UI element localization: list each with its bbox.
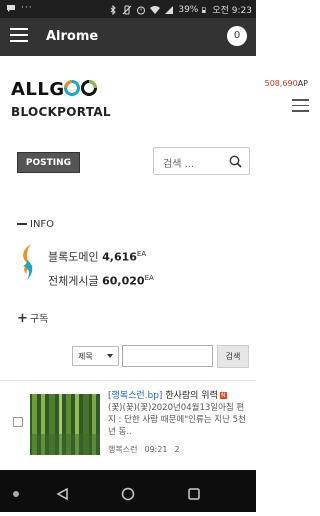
- signal-icon: [165, 5, 174, 14]
- select-value: 제목: [78, 352, 93, 361]
- post-checkbox[interactable]: [13, 417, 23, 427]
- divider: [0, 380, 256, 381]
- post-tag[interactable]: [행복스런.bp]: [108, 391, 162, 401]
- notification-badge[interactable]: 0: [227, 26, 247, 46]
- app-title: Alrome: [46, 29, 99, 44]
- recents-icon[interactable]: [188, 488, 200, 500]
- dots-icon: ···: [21, 3, 33, 13]
- points-unit: AP: [297, 79, 308, 88]
- app-bar: Alrome 0: [0, 18, 256, 56]
- search-field-select[interactable]: 제목: [72, 346, 119, 366]
- board-search-button[interactable]: 검색: [217, 345, 249, 368]
- post-title[interactable]: [행복스런.bp] 한사람의 위력 N: [108, 388, 227, 401]
- blockportal-brand-icon: [23, 244, 33, 280]
- posts-stat: 전체게시글 60,020EA: [48, 273, 154, 288]
- svg-text:ALLG: ALLG: [11, 79, 65, 98]
- info-stats: 블록도메인 4,616EA 전체게시글 60,020EA: [48, 244, 154, 291]
- collapse-icon: [17, 223, 27, 225]
- bluetooth-icon: [110, 4, 117, 15]
- status-bar: ··· 39% 오전 9:23: [0, 0, 256, 18]
- new-badge: N: [219, 392, 227, 399]
- domain-stat: 블록도메인 4,616EA: [48, 250, 147, 264]
- site-menu-icon[interactable]: [292, 99, 309, 112]
- post-title-text[interactable]: 한사람의 위력: [165, 391, 218, 401]
- search-input[interactable]: 검색 ...: [153, 147, 250, 175]
- post-comments: 2: [174, 445, 180, 454]
- post-author[interactable]: 행복스런: [108, 445, 137, 454]
- search-icon[interactable]: [229, 155, 242, 168]
- battery-icon: [202, 6, 206, 13]
- post-time: 09:21: [144, 445, 168, 454]
- hamburger-menu-icon[interactable]: [10, 28, 28, 44]
- allgoo-logo-icon: ALLG: [11, 79, 97, 100]
- chevron-down-icon: [107, 354, 113, 358]
- nav-dot-icon: [13, 491, 19, 497]
- expand-plus-icon: +: [17, 311, 28, 326]
- android-nav-bar: [0, 470, 256, 512]
- post-meta: 행복스런 09:21 2: [108, 444, 187, 455]
- post-excerpt[interactable]: (꽃)(꽃)(꽃)2020년04월13일아침 편지 : 단한 사람 때문에"인류…: [108, 402, 250, 438]
- info-heading: INFO: [30, 219, 55, 230]
- posting-button[interactable]: POSTING: [17, 152, 80, 173]
- chat-bubble-icon: [7, 5, 15, 12]
- logo-wordmark: ALLG: [11, 78, 101, 103]
- post-thumbnail[interactable]: [30, 394, 100, 455]
- subscribe-label: 구독: [29, 314, 49, 325]
- back-icon[interactable]: [56, 487, 68, 501]
- alarm-icon: [137, 6, 146, 14]
- search-placeholder: 검색 ...: [163, 159, 195, 170]
- clock: 오전 9:23: [212, 6, 252, 16]
- list-item[interactable]: [행복스런.bp] 한사람의 위력 N (꽃)(꽃)(꽃)2020년04월13일아…: [0, 385, 256, 465]
- subscribe-toggle[interactable]: + 구독: [17, 310, 48, 326]
- points-display: 508,690AP: [265, 79, 308, 88]
- logo-subtitle: BLOCKPORTAL: [11, 105, 111, 119]
- home-icon[interactable]: [121, 487, 135, 501]
- site-logo[interactable]: ALLG BLOCKPORTAL: [11, 78, 111, 119]
- battery-percent: 39%: [178, 4, 199, 15]
- info-section-toggle[interactable]: INFO: [17, 219, 54, 230]
- wifi-icon: [150, 5, 161, 14]
- board-search-input[interactable]: [122, 345, 213, 367]
- points-value: 508,690: [264, 79, 298, 88]
- silent-icon: [122, 5, 132, 14]
